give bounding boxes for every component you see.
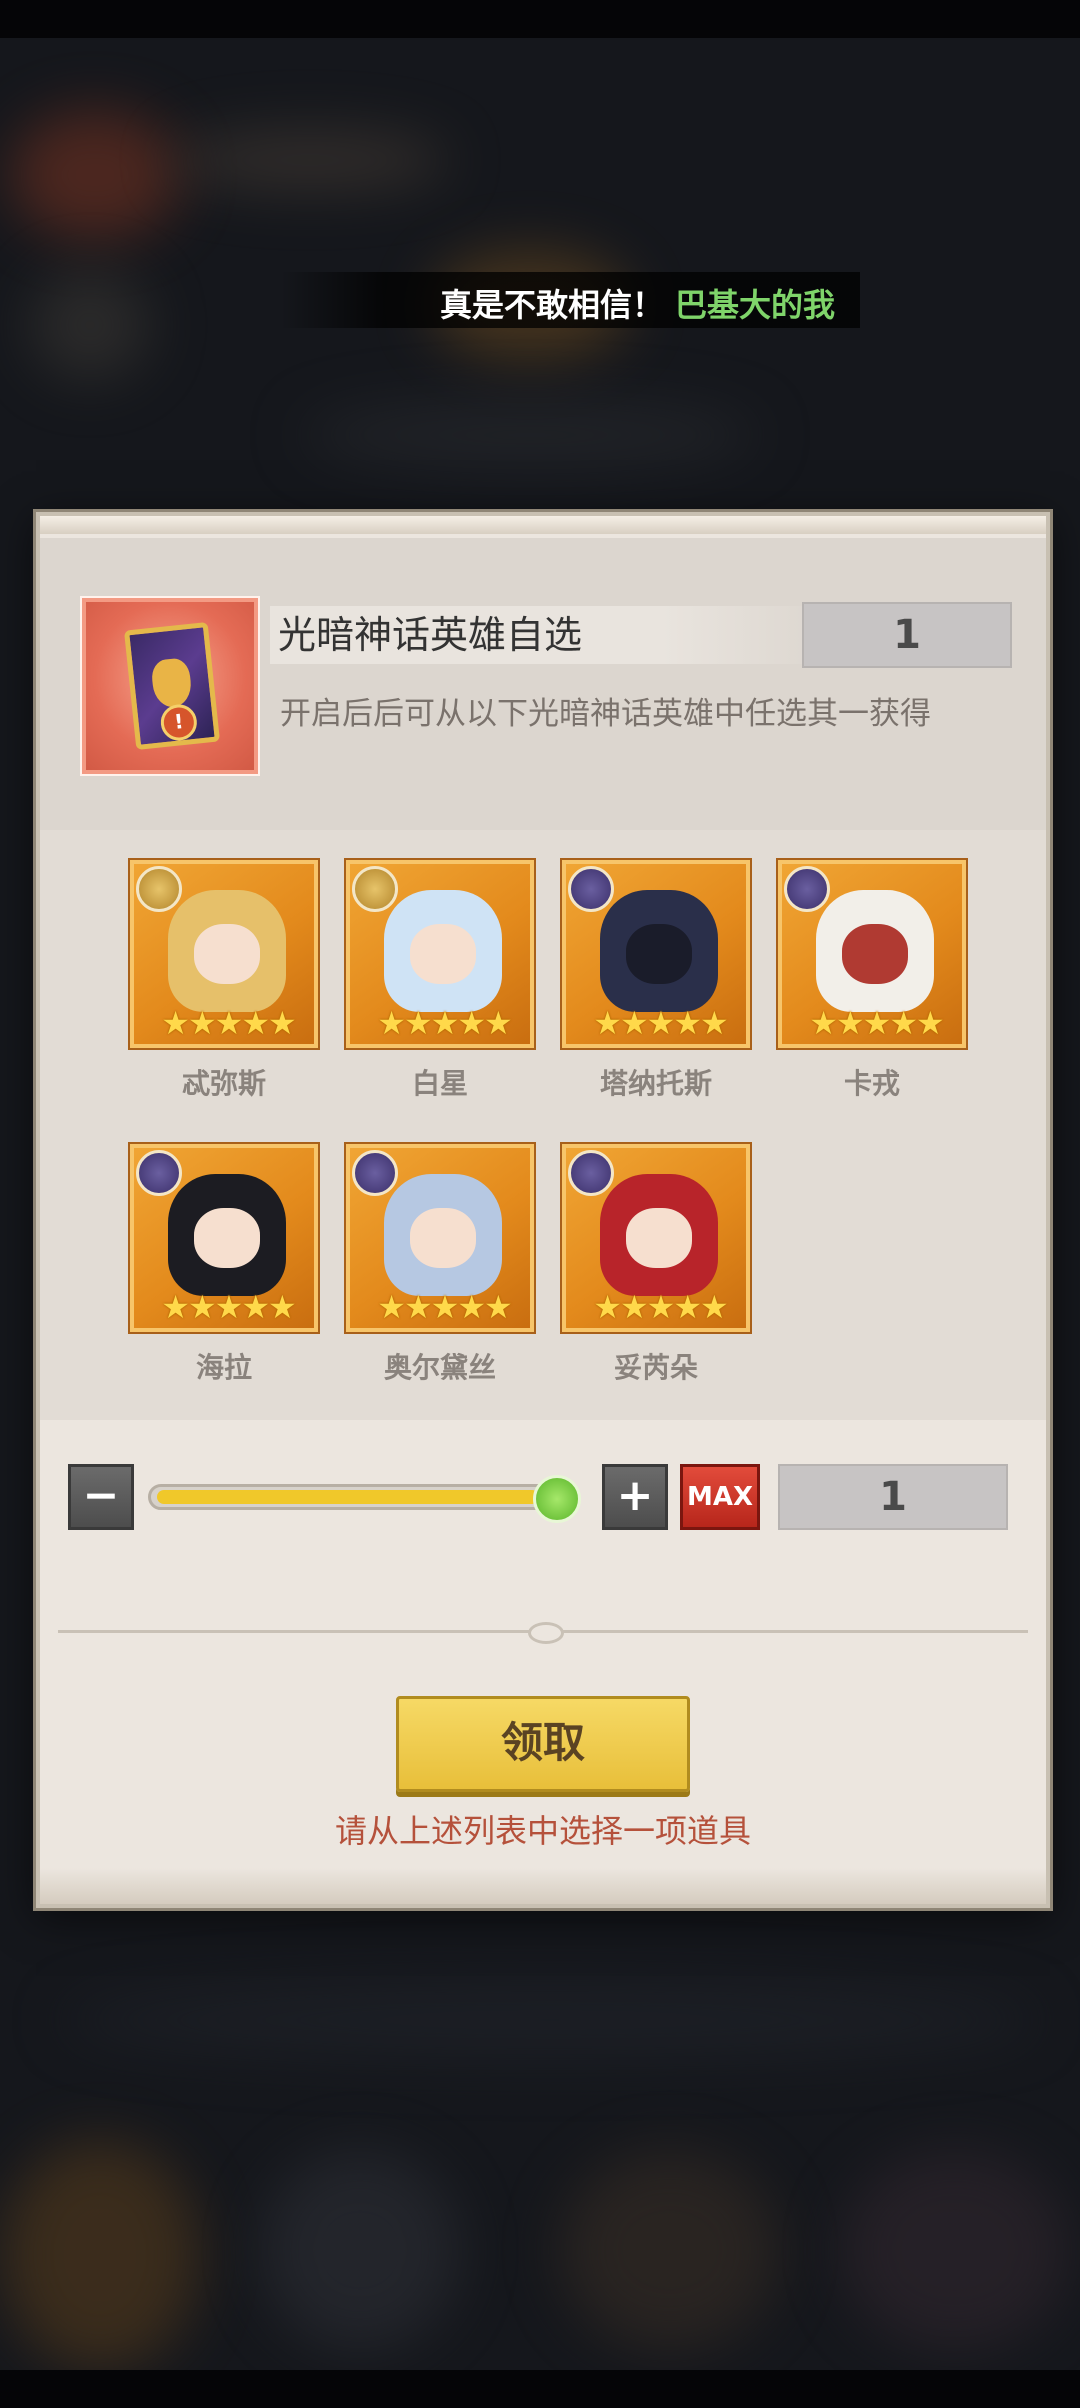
bg-blob [0, 2140, 200, 2370]
bg-blob [300, 400, 760, 470]
star-rating: ★★★★★ [809, 1004, 944, 1042]
hero-name: 白星 [411, 1067, 468, 1100]
dark-element-icon [784, 866, 830, 912]
bg-blob [30, 270, 150, 380]
hero-name: 海拉 [195, 1351, 252, 1384]
hero-portrait: ★★★★★ [344, 1142, 536, 1334]
hero-option[interactable]: ★★★★★ 忒弥斯 [128, 858, 320, 1102]
dark-element-icon [352, 1150, 398, 1196]
hero-portrait: ★★★★★ [344, 858, 536, 1050]
item-quantity: 1 [802, 602, 1012, 668]
decrease-button[interactable]: − [68, 1464, 134, 1530]
hero-option[interactable]: ★★★★★ 卡戎 [776, 858, 968, 1102]
hero-portrait: ★★★★★ [128, 858, 320, 1050]
hero-portrait: ★★★★★ [128, 1142, 320, 1334]
hero-option[interactable]: ★★★★★ 海拉 [128, 1142, 320, 1386]
hero-face [410, 924, 476, 984]
selection-card-icon: ! [80, 596, 260, 776]
status-bar [0, 0, 1080, 38]
alert-icon: ! [159, 702, 199, 743]
divider [58, 1622, 1028, 1644]
item-description: 开启后后可从以下光暗神话英雄中任选其一获得 [280, 696, 931, 732]
star-rating: ★★★★★ [377, 1004, 512, 1042]
hero-select-dialog: ! 光暗神话英雄自选 1 开启后后可从以下光暗神话英雄中任选其一获得 ★★★★★… [36, 512, 1050, 1908]
hero-name: 忒弥斯 [181, 1067, 266, 1100]
hero-portrait: ★★★★★ [560, 1142, 752, 1334]
star-rating: ★★★★★ [377, 1288, 512, 1326]
hero-option[interactable]: ★★★★★ 妥芮朵 [560, 1142, 752, 1386]
increase-button[interactable]: + [602, 1464, 668, 1530]
item-header: ! 光暗神话英雄自选 1 开启后后可从以下光暗神话英雄中任选其一获得 [40, 538, 1046, 830]
star-rating: ★★★★★ [161, 1004, 296, 1042]
quantity-slider[interactable] [148, 1475, 581, 1523]
dialog-bottom-border [40, 1868, 1046, 1904]
claim-button[interactable]: 领取 [396, 1696, 690, 1792]
hero-portrait: ★★★★★ [776, 858, 968, 1050]
max-button[interactable]: MAX [680, 1464, 760, 1530]
hero-face [626, 1208, 692, 1268]
dialog-top-border [40, 516, 1046, 534]
divider-ornament [528, 1622, 564, 1644]
hero-card-icon: ! [123, 621, 221, 751]
hero-grid: ★★★★★ 忒弥斯 ★★★★★ 白星 ★★★★★ 塔纳托斯 ★★★★★ 卡戎 ★… [40, 830, 1046, 1420]
bg-blob [840, 2150, 1070, 2350]
bg-blob [10, 110, 180, 240]
hero-portrait: ★★★★★ [560, 858, 752, 1050]
hero-face [194, 1208, 260, 1268]
news-ticker: 真是不敢相信！ 巴基大的我 [280, 272, 860, 328]
quantity-selector: − + MAX 1 [40, 1464, 1046, 1534]
hero-name: 卡戎 [843, 1067, 900, 1100]
selection-hint: 请从上述列表中选择一项道具 [334, 1812, 751, 1850]
star-rating: ★★★★★ [593, 1004, 728, 1042]
hero-name: 妥芮朵 [613, 1351, 698, 1384]
ticker-highlight: 巴基大的我 [675, 286, 836, 324]
hero-name: 塔纳托斯 [599, 1067, 712, 1100]
hero-face [410, 1208, 476, 1268]
light-element-icon [136, 866, 182, 912]
helmet-emblem-icon [150, 657, 194, 709]
slider-fill [157, 1490, 539, 1504]
dark-element-icon [568, 1150, 614, 1196]
hero-option[interactable]: ★★★★★ 奥尔黛丝 [344, 1142, 536, 1386]
light-element-icon [352, 866, 398, 912]
bg-blob [60, 1980, 1040, 2060]
star-rating: ★★★★★ [161, 1288, 296, 1326]
slider-knob[interactable] [533, 1475, 581, 1523]
hero-option[interactable]: ★★★★★ 白星 [344, 858, 536, 1102]
bg-blob [170, 130, 450, 190]
nav-bar [0, 2370, 1080, 2408]
hero-face [194, 924, 260, 984]
bg-blob [560, 2150, 780, 2350]
hero-face [626, 924, 692, 984]
hero-name: 奥尔黛丝 [383, 1351, 496, 1384]
dark-element-icon [568, 866, 614, 912]
hero-face [842, 924, 908, 984]
dark-element-icon [136, 1150, 182, 1196]
quantity-field[interactable]: 1 [778, 1464, 1008, 1530]
bg-blob [260, 2150, 460, 2350]
hero-option[interactable]: ★★★★★ 塔纳托斯 [560, 858, 752, 1102]
star-rating: ★★★★★ [593, 1288, 728, 1326]
item-title: 光暗神话英雄自选 [270, 606, 830, 664]
ticker-text: 真是不敢相信！ [440, 286, 665, 324]
